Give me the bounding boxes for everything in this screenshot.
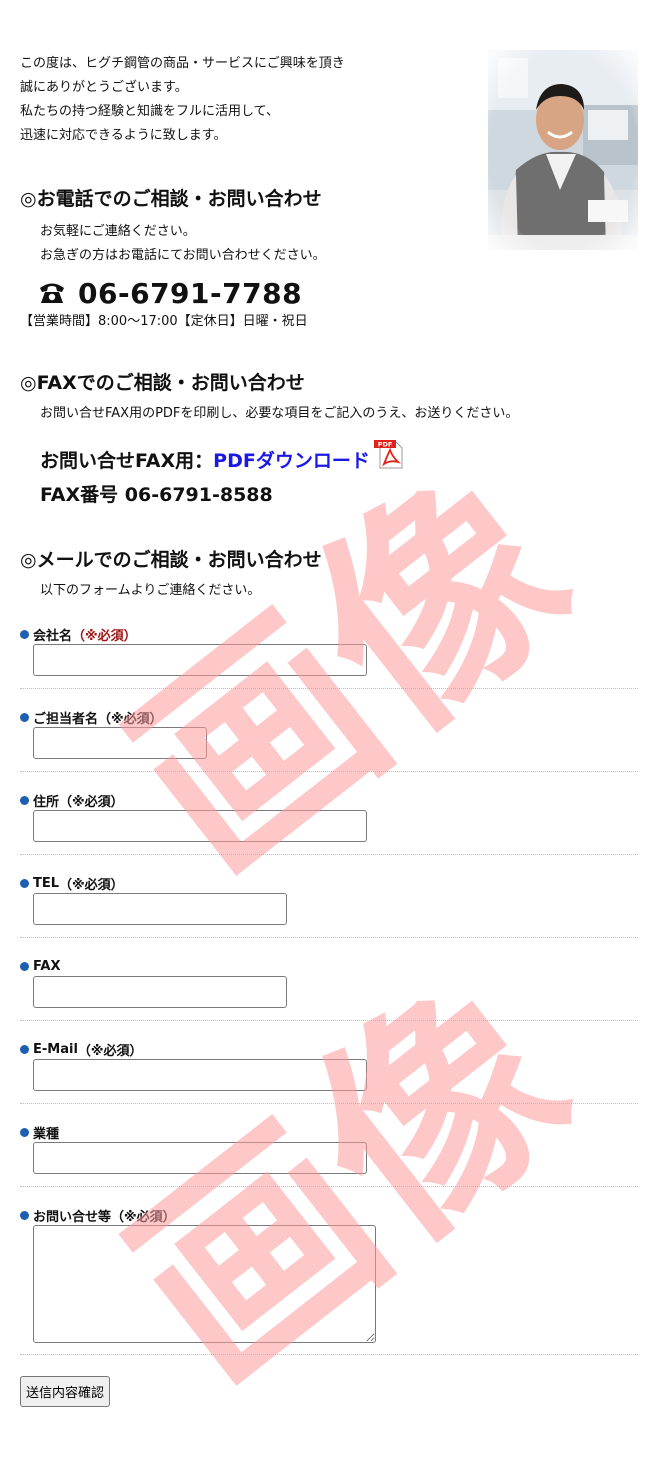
- intro-text: この度は、ヒグチ鋼管の商品・サービスにご興味を頂き 誠にありがとうございます。 …: [20, 52, 380, 148]
- phone-section-title: ◎お電話でのご相談・お問い合わせ: [20, 188, 322, 210]
- field-label: お問い合せ等 （※必須）: [20, 1203, 638, 1225]
- address-input[interactable]: [33, 810, 367, 842]
- pdf-badge-text: PDF: [378, 441, 393, 449]
- required-mark: （※必須）: [77, 1044, 143, 1059]
- fax-download-label: お問い合せFAX用：: [40, 449, 214, 472]
- form-row-industry: 業種: [20, 1104, 638, 1187]
- fax-section-description: お問い合せFAX用のPDFを印刷し、必要な項目をご記入のうえ、お送りください。: [40, 406, 519, 421]
- company-name-input[interactable]: [33, 644, 367, 676]
- form-row-inquiry: お問い合せ等 （※必須）: [20, 1187, 638, 1355]
- mail-section-description: 以下のフォームよりご連絡ください。: [40, 583, 261, 598]
- intro-line: 私たちの持つ経験と知識をフルに活用して、: [20, 104, 279, 119]
- contact-form: 会社名 （※必須） ご担当者名 （※必須） 住所 （※必須） TEL （※必須）: [20, 622, 638, 1355]
- intro-line: 迅速に対応できるように致します。: [20, 128, 227, 143]
- required-mark: （※必須）: [98, 712, 163, 727]
- form-row-contact-person: ご担当者名 （※必須）: [20, 689, 638, 772]
- intro-line: 誠にありがとうございます。: [20, 80, 188, 95]
- field-label: FAX: [20, 954, 638, 976]
- field-label: TEL （※必須）: [20, 871, 638, 893]
- required-mark: （※必須）: [59, 795, 124, 810]
- fax-number: FAX番号 06-6791-8588: [40, 484, 273, 506]
- bullet-icon: [20, 962, 29, 971]
- bullet-icon: [20, 1045, 29, 1054]
- phone-section-line2: お急ぎの方はお電話にてお問い合わせください。: [40, 248, 326, 263]
- staff-photo: [488, 50, 638, 250]
- form-row-tel: TEL （※必須）: [20, 855, 638, 938]
- field-label-text: E-Mail: [33, 1042, 78, 1057]
- field-label: ご担当者名 （※必須）: [20, 705, 638, 727]
- field-label-text: ご担当者名: [33, 712, 99, 727]
- fax-download-row: お問い合せFAX用： PDFダウンロード PDF: [40, 440, 404, 474]
- field-label-text: お問い合せ等: [33, 1210, 112, 1225]
- bullet-icon: [20, 713, 29, 722]
- phone-number: 06-6791-7788: [78, 276, 303, 310]
- email-input[interactable]: [33, 1059, 367, 1091]
- form-row-email: E-Mail （※必須）: [20, 1021, 638, 1104]
- bullet-icon: [20, 1128, 29, 1137]
- field-label-text: 業種: [33, 1127, 60, 1142]
- field-label-text: TEL: [33, 876, 60, 891]
- tel-input[interactable]: [33, 893, 287, 925]
- confirm-submit-button[interactable]: 送信内容確認: [20, 1376, 111, 1407]
- field-label-text: 会社名: [33, 629, 73, 644]
- form-row-company: 会社名 （※必須）: [20, 622, 638, 689]
- mail-section-title: ◎メールでのご相談・お問い合わせ: [20, 549, 322, 571]
- contact-person-input[interactable]: [33, 727, 207, 759]
- bullet-icon: [20, 879, 29, 888]
- field-label: E-Mail （※必須）: [20, 1037, 638, 1059]
- bullet-icon: [20, 796, 29, 805]
- intro-line: この度は、ヒグチ鋼管の商品・サービスにご興味を頂き: [20, 56, 345, 71]
- pdf-file-icon[interactable]: PDF: [373, 438, 404, 470]
- bullet-icon: [20, 1211, 29, 1220]
- fax-input[interactable]: [33, 976, 287, 1008]
- required-mark: （※必須）: [111, 1210, 176, 1225]
- required-mark: （※必須）: [59, 878, 124, 893]
- field-label: 住所 （※必須）: [20, 788, 638, 810]
- required-mark: （※必須）: [72, 629, 137, 644]
- phone-section-line1: お気軽にご連絡ください。: [40, 224, 196, 239]
- telephone-icon: [40, 283, 64, 303]
- form-row-fax: FAX: [20, 938, 638, 1021]
- staff-photo-illustration: [488, 50, 638, 250]
- form-row-address: 住所 （※必須）: [20, 772, 638, 855]
- field-label: 業種: [20, 1120, 638, 1142]
- inquiry-textarea[interactable]: [33, 1225, 376, 1343]
- field-label-text: FAX: [33, 959, 61, 974]
- field-label: 会社名 （※必須）: [20, 622, 638, 644]
- bullet-icon: [20, 630, 29, 639]
- pdf-download-link[interactable]: PDFダウンロード: [213, 446, 370, 473]
- field-label-text: 住所: [33, 795, 60, 810]
- business-hours: 【営業時間】8:00〜17:00【定休日】日曜・祝日: [20, 314, 308, 329]
- phone-number-block: 06-6791-7788: [38, 274, 302, 312]
- industry-input[interactable]: [33, 1142, 367, 1174]
- fax-section-title: ◎FAXでのご相談・お問い合わせ: [20, 372, 305, 394]
